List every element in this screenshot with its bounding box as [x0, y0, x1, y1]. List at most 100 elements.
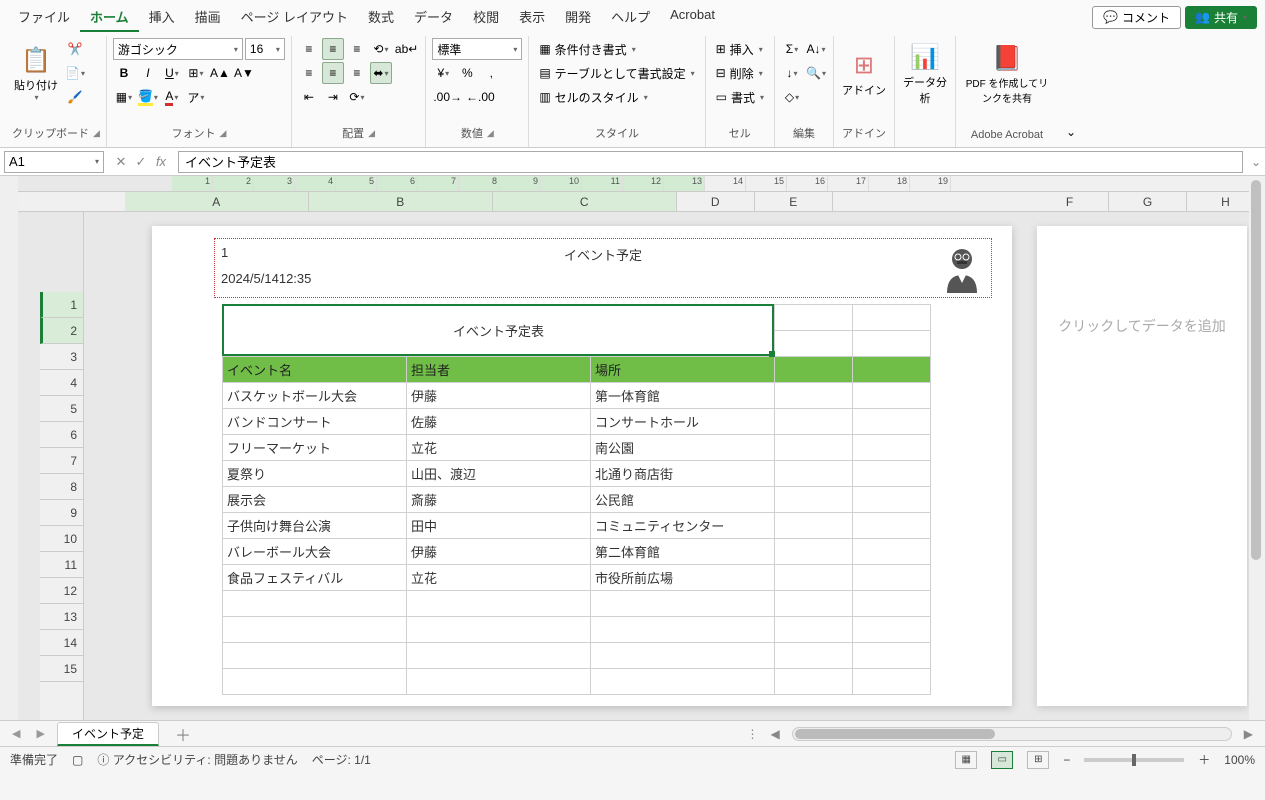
phonetic-button[interactable]: ア▾	[185, 86, 207, 108]
cell[interactable]	[775, 305, 853, 331]
cell[interactable]	[407, 617, 591, 643]
zoom-slider[interactable]	[1084, 758, 1184, 762]
wrap-text-button[interactable]: ab↵	[394, 38, 419, 60]
cell[interactable]: バスケットボール大会	[223, 383, 407, 409]
share-button[interactable]: 👥 共有 ▾	[1185, 6, 1257, 29]
cell[interactable]: バンドコンサート	[223, 409, 407, 435]
page-layout-view-button[interactable]: ▭	[991, 751, 1013, 769]
menu-tab-数式[interactable]: 数式	[358, 3, 404, 32]
fx-function-button[interactable]: fx	[152, 153, 170, 171]
scrollbar-thumb[interactable]	[1251, 180, 1261, 560]
zoom-in-button[interactable]: ＋	[1198, 751, 1210, 768]
cell[interactable]	[775, 331, 853, 357]
cell[interactable]: フリーマーケット	[223, 435, 407, 461]
bold-button[interactable]: B	[113, 62, 135, 84]
cell[interactable]	[853, 617, 931, 643]
page-header-section[interactable]: 1 イベント予定 2024/5/1412:35	[214, 238, 992, 298]
font-name-combo[interactable]: 游ゴシック▾	[113, 38, 243, 60]
fx-cancel-button[interactable]: ✕	[112, 153, 130, 171]
fx-enter-button[interactable]: ✓	[132, 153, 150, 171]
cell[interactable]	[853, 305, 931, 331]
cell[interactable]: 南公園	[591, 435, 775, 461]
cell[interactable]	[407, 591, 591, 617]
dialog-launcher-icon[interactable]: ◢	[93, 128, 100, 139]
row-header-3[interactable]: 3	[40, 344, 83, 370]
cell[interactable]: 場所	[591, 357, 775, 383]
cell[interactable]: 斎藤	[407, 487, 591, 513]
column-header-B[interactable]: B	[309, 192, 493, 211]
number-format-combo[interactable]: 標準▾	[432, 38, 522, 60]
cell[interactable]: 佐藤	[407, 409, 591, 435]
paste-button[interactable]: 📋 貼り付け ▾	[12, 38, 60, 110]
horizontal-scrollbar[interactable]	[792, 727, 1232, 741]
fill-button[interactable]: ↓▾	[781, 62, 803, 84]
zoom-out-button[interactable]: −	[1063, 753, 1070, 767]
format-cells-button[interactable]: ▭書式▾	[712, 86, 768, 108]
column-header-A[interactable]: A	[125, 192, 309, 211]
currency-button[interactable]: ¥▾	[432, 62, 454, 84]
menu-tab-表示[interactable]: 表示	[509, 3, 555, 32]
acrobat-button[interactable]: 📕 PDF を作成してリンクを共有	[962, 38, 1052, 110]
autosum-button[interactable]: Σ▾	[781, 38, 803, 60]
row-header-1[interactable]: 1	[40, 292, 83, 318]
find-button[interactable]: 🔍▾	[805, 62, 827, 84]
font-size-combo[interactable]: 16▾	[245, 38, 285, 60]
vertical-scrollbar[interactable]	[1249, 176, 1265, 720]
decrease-decimal-button[interactable]: ←.00	[465, 86, 496, 108]
menu-tab-挿入[interactable]: 挿入	[139, 3, 185, 32]
cell[interactable]: 公民館	[591, 487, 775, 513]
cell[interactable]	[591, 643, 775, 669]
row-header-7[interactable]: 7	[40, 448, 83, 474]
insert-cells-button[interactable]: ⊞挿入▾	[712, 38, 768, 60]
cell[interactable]	[853, 331, 931, 357]
align-bottom-button[interactable]: ≡	[346, 38, 368, 60]
row-header-12[interactable]: 12	[40, 578, 83, 604]
accessibility-status[interactable]: ⓘ アクセシビリティ: 問題ありません	[97, 751, 297, 768]
cell[interactable]	[591, 669, 775, 695]
collapse-ribbon-button[interactable]: ⌄	[1058, 36, 1084, 147]
column-header-G[interactable]: G	[1109, 192, 1187, 211]
row-header-11[interactable]: 11	[40, 552, 83, 578]
fill-color-button[interactable]: 🪣▾	[137, 86, 159, 108]
cell[interactable]	[775, 409, 853, 435]
row-header-5[interactable]: 5	[40, 396, 83, 422]
cell[interactable]: 子供向け舞台公演	[223, 513, 407, 539]
cell[interactable]: 山田、渡辺	[407, 461, 591, 487]
row-header-2[interactable]: 2	[40, 318, 83, 344]
increase-font-button[interactable]: A▲	[209, 62, 231, 84]
format-as-table-button[interactable]: ▤テーブルとして書式設定▾	[535, 62, 698, 84]
cell[interactable]	[775, 435, 853, 461]
addin-button[interactable]: ⊞ アドイン	[840, 38, 888, 110]
cell[interactable]	[853, 591, 931, 617]
formula-input[interactable]: イベント予定表	[178, 151, 1243, 173]
cell[interactable]: 市役所前広場	[591, 565, 775, 591]
cell[interactable]	[775, 539, 853, 565]
cell[interactable]	[853, 565, 931, 591]
cell[interactable]: 担当者	[407, 357, 591, 383]
cell[interactable]: 田中	[407, 513, 591, 539]
cell[interactable]: バレーボール大会	[223, 539, 407, 565]
data-analysis-button[interactable]: 📊 データ分析	[901, 38, 949, 110]
borders-button[interactable]: ▦▾	[113, 86, 135, 108]
title-cell[interactable]: イベント予定表	[223, 305, 775, 357]
hscroll-right-button[interactable]: ▶	[1240, 727, 1257, 741]
cell[interactable]	[407, 643, 591, 669]
menu-tab-ホーム[interactable]: ホーム	[80, 3, 139, 32]
cell[interactable]: 北通り商店街	[591, 461, 775, 487]
clear-button[interactable]: ◇▾	[781, 86, 803, 108]
cell[interactable]	[775, 461, 853, 487]
decrease-font-button[interactable]: A▼	[233, 62, 255, 84]
column-header-F[interactable]: F	[1031, 192, 1109, 211]
align-center-button[interactable]: ≡	[322, 62, 344, 84]
row-header-14[interactable]: 14	[40, 630, 83, 656]
row-header-4[interactable]: 4	[40, 370, 83, 396]
cell[interactable]	[853, 383, 931, 409]
normal-view-button[interactable]: ▦	[955, 751, 977, 769]
format-painter-button[interactable]: 🖌️	[64, 86, 86, 108]
cell[interactable]: 展示会	[223, 487, 407, 513]
cell[interactable]	[853, 513, 931, 539]
cell[interactable]	[775, 669, 853, 695]
cut-button[interactable]: ✂️	[64, 38, 86, 60]
cell[interactable]: 夏祭り	[223, 461, 407, 487]
worksheet[interactable]: 1 イベント予定 2024/5/1412:35	[84, 212, 1265, 720]
